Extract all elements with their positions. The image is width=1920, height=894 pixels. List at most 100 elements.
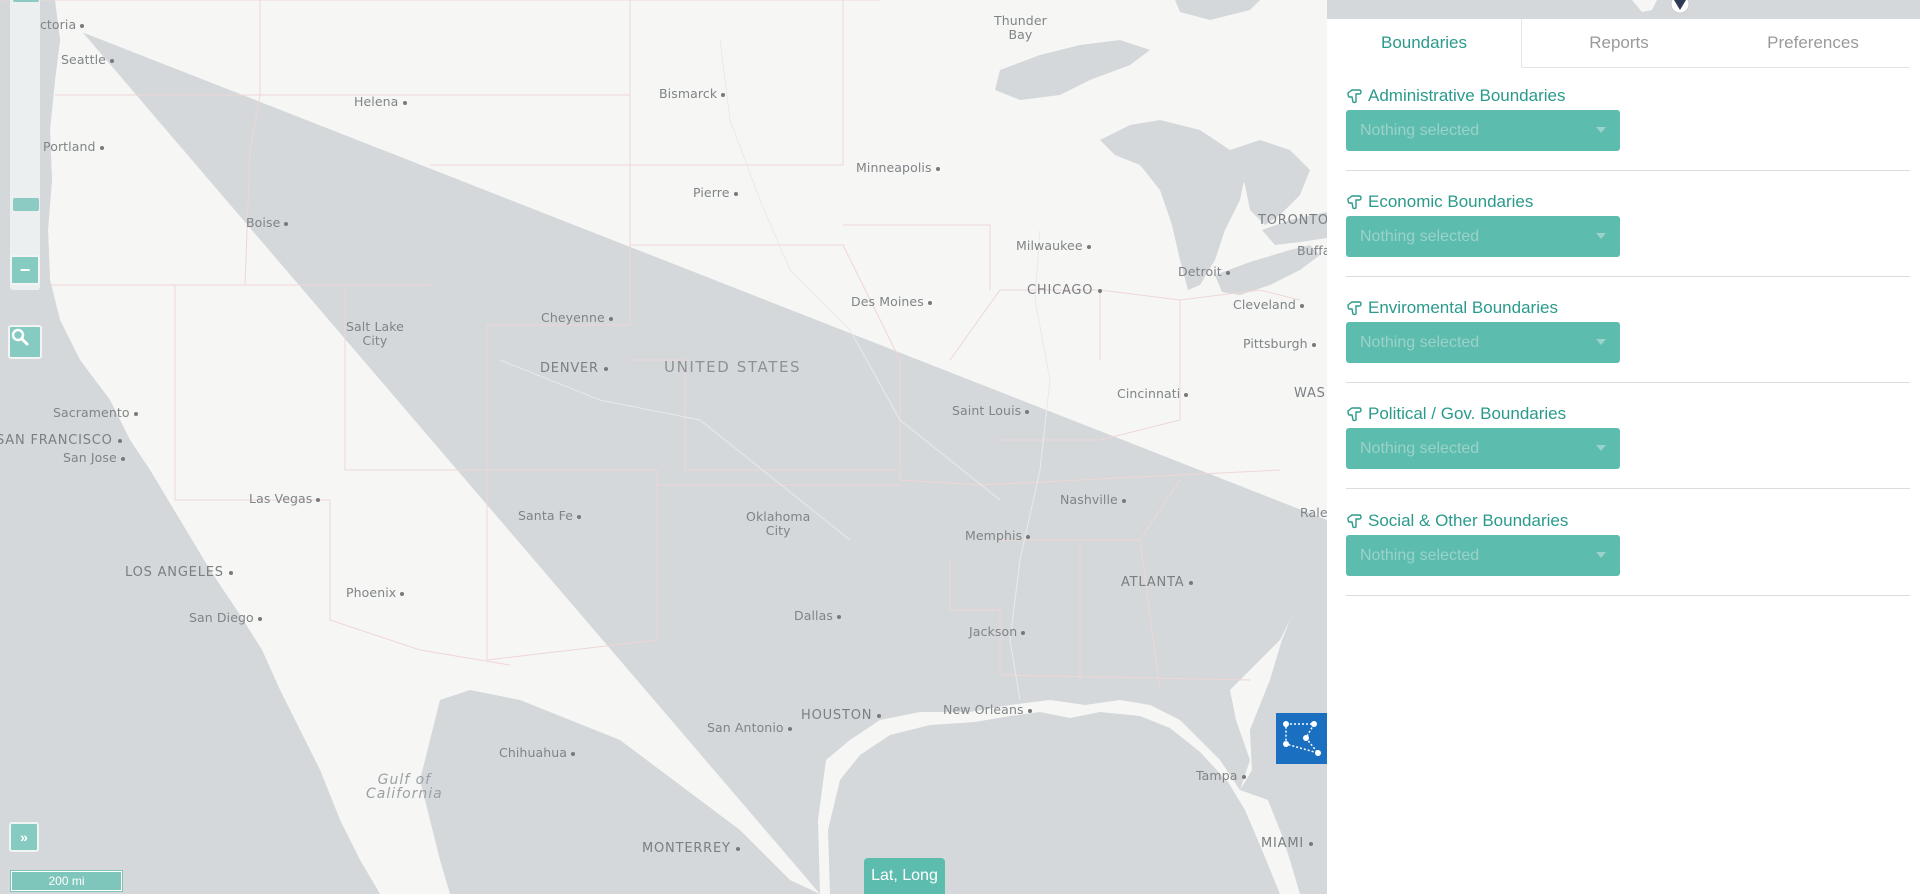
map-search-button[interactable] <box>8 325 42 359</box>
section-title: Political / Gov. Boundaries <box>1346 404 1566 424</box>
hand-pointer-icon <box>1347 195 1362 210</box>
environmental-boundaries-select[interactable]: Nothing selected <box>1346 322 1620 363</box>
map-label-saint-louis: Saint Louis <box>952 404 1030 418</box>
lat-long-button[interactable]: Lat, Long <box>864 858 945 894</box>
select-placeholder: Nothing selected <box>1360 122 1480 139</box>
zoom-slider-track[interactable] <box>10 0 40 290</box>
tab-boundaries[interactable]: Boundaries <box>1327 19 1522 68</box>
map-label-oklahoma-city: Oklahoma City <box>746 509 811 538</box>
expand-sidebar-button[interactable]: » <box>9 822 39 852</box>
map-label-san-antonio: San Antonio <box>707 721 792 735</box>
social-other-boundaries-select[interactable]: Nothing selected <box>1346 535 1620 576</box>
section-title-text: Economic Boundaries <box>1368 192 1534 211</box>
map-label-washington: WAS <box>1294 386 1326 401</box>
hand-pointer-icon <box>1347 89 1362 104</box>
map-label-phoenix: Phoenix <box>346 586 405 600</box>
map-label-chicago: CHICAGO <box>1027 284 1103 298</box>
zoom-slider-handle[interactable] <box>13 198 39 211</box>
map-label-houston: HOUSTON <box>801 709 882 723</box>
tab-reports[interactable]: Reports <box>1522 19 1716 67</box>
section-title-text: Administrative Boundaries <box>1368 86 1566 105</box>
map-label-san-francisco: SAN FRANCISCO <box>0 434 122 448</box>
map-label-las-vegas: Las Vegas <box>249 492 321 506</box>
map-label-cleveland: Cleveland <box>1233 298 1304 312</box>
map-view[interactable]: Victoria Seattle Portland Helena Boise B… <box>0 0 1327 894</box>
map-label-new-orleans: New Orleans <box>943 703 1032 717</box>
political-gov-boundaries-select[interactable]: Nothing selected <box>1346 428 1620 469</box>
tab-preferences[interactable]: Preferences <box>1716 19 1910 67</box>
map-label-boise: Boise <box>246 216 289 230</box>
section-economic-boundaries: Economic Boundaries Nothing selected <box>1346 192 1910 277</box>
hand-pointer-icon <box>1347 514 1362 529</box>
section-title: Social & Other Boundaries <box>1346 511 1568 531</box>
section-title-text: Social & Other Boundaries <box>1368 511 1569 530</box>
map-label-toronto: TORONTO <box>1258 213 1327 228</box>
select-placeholder: Nothing selected <box>1360 334 1480 351</box>
hand-pointer-icon <box>1347 407 1362 422</box>
map-label-los-angeles: LOS ANGELES <box>125 566 233 580</box>
caret-down-icon <box>1596 127 1606 133</box>
select-placeholder: Nothing selected <box>1360 547 1480 564</box>
section-title: Administrative Boundaries <box>1346 86 1565 106</box>
map-label-atlanta: ATLANTA <box>1121 576 1194 590</box>
boundaries-panel: Boundaries Reports Preferences Administr… <box>1327 0 1920 894</box>
draw-polygon-icon <box>1283 721 1321 756</box>
map-label-bismarck: Bismarck <box>659 87 726 101</box>
map-label-nashville: Nashville <box>1060 493 1126 507</box>
map-label-gulf-of-california: Gulf of California <box>366 772 443 802</box>
map-label-miami: MIAMI <box>1261 837 1313 851</box>
section-political-gov-boundaries: Political / Gov. Boundaries Nothing sele… <box>1346 404 1910 489</box>
map-label-denver: DENVER <box>540 362 608 376</box>
map-label-pittsburgh: Pittsburgh <box>1243 337 1316 351</box>
draw-polygon-button[interactable] <box>1276 713 1327 764</box>
caret-down-icon <box>1596 339 1606 345</box>
administrative-boundaries-select[interactable]: Nothing selected <box>1346 110 1620 151</box>
map-label-memphis: Memphis <box>965 529 1031 543</box>
zoom-in-button[interactable] <box>13 0 39 2</box>
map-label-seattle: Seattle <box>61 53 115 67</box>
panel-map-strip <box>1327 0 1920 19</box>
map-label-detroit: Detroit <box>1178 265 1230 279</box>
search-icon <box>11 328 29 346</box>
map-label-jackson: Jackson <box>969 625 1026 639</box>
map-label-san-diego: San Diego <box>189 611 262 625</box>
map-label-raleigh: Rale <box>1300 505 1327 520</box>
caret-down-icon <box>1596 552 1606 558</box>
caret-down-icon <box>1596 233 1606 239</box>
map-label-san-jose: San Jose <box>63 451 125 465</box>
map-label-tampa: Tampa <box>1196 769 1246 783</box>
map-label-portland: Portland <box>43 140 104 154</box>
map-label-salt-lake-city: Salt Lake City <box>346 319 404 348</box>
map-label-dallas: Dallas <box>794 609 842 623</box>
economic-boundaries-select[interactable]: Nothing selected <box>1346 216 1620 257</box>
map-basemap <box>0 0 1327 894</box>
map-label-sacramento: Sacramento <box>53 406 138 420</box>
section-administrative-boundaries: Administrative Boundaries Nothing select… <box>1346 86 1910 171</box>
section-title-text: Political / Gov. Boundaries <box>1368 404 1567 423</box>
panel-tabs: Boundaries Reports Preferences <box>1327 19 1910 68</box>
map-label-cheyenne: Cheyenne <box>541 311 613 325</box>
map-label-pierre: Pierre <box>693 186 738 200</box>
map-scale-bar: 200 mi <box>11 871 122 891</box>
map-label-chihuahua: Chihuahua <box>499 746 576 760</box>
map-label-santa-fe: Santa Fe <box>518 509 582 523</box>
section-social-other-boundaries: Social & Other Boundaries Nothing select… <box>1346 511 1910 596</box>
zoom-out-button[interactable]: − <box>10 255 40 285</box>
select-placeholder: Nothing selected <box>1360 440 1480 457</box>
caret-down-icon <box>1596 445 1606 451</box>
hand-pointer-icon <box>1347 301 1362 316</box>
map-label-des-moines: Des Moines <box>851 295 932 309</box>
section-title: Enviromental Boundaries <box>1346 298 1558 318</box>
map-label-thunder-bay: Thunder Bay <box>994 13 1047 42</box>
map-label-united-states: UNITED STATES <box>664 358 802 376</box>
map-label-buffalo: Buffa <box>1297 243 1327 258</box>
map-label-monterrey: MONTERREY <box>642 842 740 856</box>
map-label-milwaukee: Milwaukee <box>1016 239 1091 253</box>
section-title: Economic Boundaries <box>1346 192 1533 212</box>
map-label-cincinnati: Cincinnati <box>1117 387 1189 401</box>
map-label-helena: Helena <box>354 95 407 109</box>
section-title-text: Enviromental Boundaries <box>1368 298 1558 317</box>
select-placeholder: Nothing selected <box>1360 228 1480 245</box>
section-environmental-boundaries: Enviromental Boundaries Nothing selected <box>1346 298 1910 383</box>
map-label-minneapolis: Minneapolis <box>856 161 940 175</box>
